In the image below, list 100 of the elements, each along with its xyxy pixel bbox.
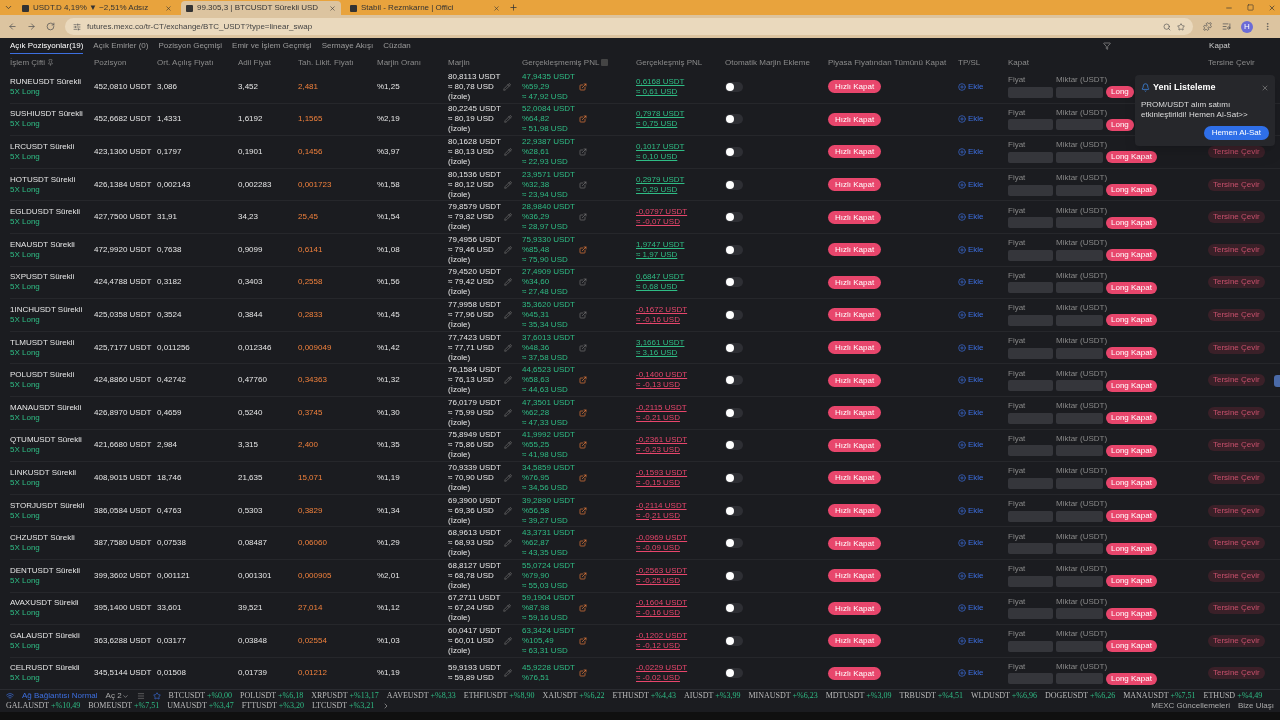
ticker-item[interactable]: XAIUSDT +%6,22 xyxy=(542,691,605,701)
tab[interactable]: Sermaye Akışı xyxy=(321,38,374,54)
quantity-field[interactable] xyxy=(1056,673,1103,685)
forward-icon[interactable] xyxy=(27,22,36,31)
add-icon[interactable] xyxy=(958,148,966,156)
close-long-button[interactable]: Long Kapat xyxy=(1106,575,1157,588)
close-long-button[interactable]: Long xyxy=(1106,118,1134,131)
updates-link[interactable]: MEXC Güncellemeleri xyxy=(1151,701,1230,711)
close-tab-icon[interactable] xyxy=(493,4,500,12)
add-icon[interactable] xyxy=(958,506,966,515)
bookmark-icon[interactable] xyxy=(1177,22,1185,31)
tpsl-add-button[interactable]: Ekle xyxy=(958,439,984,452)
auto-margin-toggle[interactable] xyxy=(725,342,743,353)
price-field[interactable] xyxy=(1008,510,1053,522)
add-icon[interactable] xyxy=(958,115,966,124)
close-long-button[interactable]: Long Kapat xyxy=(1106,673,1157,685)
reverse-button[interactable]: Tersine Çevir xyxy=(1208,537,1265,550)
close-long-button[interactable]: Long Kapat xyxy=(1106,216,1157,229)
quick-close-button[interactable]: Hızlı Kapat xyxy=(828,406,882,420)
auto-margin-toggle[interactable] xyxy=(725,212,743,223)
ticker-item[interactable]: DOGEUSDT +%6,26 xyxy=(1045,691,1116,701)
quick-close-button[interactable]: Hızlı Kapat xyxy=(828,80,882,94)
ticker-item[interactable]: MANAUSDT +%7,51 xyxy=(1123,691,1196,701)
ticker-item[interactable]: LTCUSDT +%3,21 xyxy=(311,701,375,711)
edit-icon[interactable] xyxy=(503,539,512,548)
close-long-button[interactable]: Long Kapat xyxy=(1106,184,1157,197)
share-icon[interactable] xyxy=(578,571,587,580)
auto-margin-toggle[interactable] xyxy=(725,538,743,549)
edit-icon[interactable] xyxy=(503,441,512,450)
edit-icon[interactable] xyxy=(503,148,512,156)
ticker-item[interactable]: FTTUSDT +%3,20 xyxy=(241,701,304,711)
auto-margin-toggle[interactable] xyxy=(725,505,743,516)
tpsl-add-button[interactable]: Ekle xyxy=(958,504,984,517)
ticker-item[interactable]: WLDUSDT +%6,96 xyxy=(970,691,1038,701)
quick-close-button[interactable]: Hızlı Kapat xyxy=(828,145,882,159)
quick-close-button[interactable]: Hızlı Kapat xyxy=(828,601,882,615)
price-field[interactable] xyxy=(1008,282,1053,294)
auto-margin-toggle[interactable] xyxy=(725,570,743,581)
add-icon[interactable] xyxy=(958,245,966,254)
auto-margin-toggle[interactable] xyxy=(725,244,743,255)
close-long-button[interactable]: Long Kapat xyxy=(1106,607,1157,620)
quantity-field[interactable] xyxy=(1056,249,1103,261)
quick-close-button[interactable]: Hızlı Kapat xyxy=(828,275,882,289)
edit-icon[interactable] xyxy=(503,278,512,287)
tab-list-icon[interactable] xyxy=(4,3,13,12)
edit-icon[interactable] xyxy=(503,636,512,645)
auto-margin-toggle[interactable] xyxy=(725,81,743,92)
price-field[interactable] xyxy=(1008,314,1053,326)
auto-margin-toggle[interactable] xyxy=(725,147,743,157)
share-icon[interactable] xyxy=(578,245,587,254)
ticker-item[interactable]: MDTUSDT +%3,09 xyxy=(825,691,892,701)
browser-tab[interactable]: 99.305,3 | BTCUSDT Sürekli USD xyxy=(181,1,341,15)
tpsl-add-button[interactable]: Ekle xyxy=(958,537,984,550)
close-long-button[interactable]: Long Kapat xyxy=(1106,640,1157,653)
edit-icon[interactable] xyxy=(503,115,512,124)
profile-avatar[interactable]: H xyxy=(1241,20,1253,33)
edit-icon[interactable] xyxy=(503,571,512,580)
pin-icon[interactable] xyxy=(47,59,55,66)
auto-margin-toggle[interactable] xyxy=(725,375,743,386)
quick-close-button[interactable]: Hızlı Kapat xyxy=(828,112,882,126)
new-tab-icon[interactable] xyxy=(509,3,518,12)
add-icon[interactable] xyxy=(958,180,966,189)
quantity-field[interactable] xyxy=(1056,445,1103,457)
tab[interactable]: Açık Pozisyonlar(19) xyxy=(10,38,84,54)
tpsl-add-button[interactable]: Ekle xyxy=(958,243,984,256)
auto-margin-toggle[interactable] xyxy=(725,635,743,646)
ticker-item[interactable]: ETHUSDT +%4,43 xyxy=(612,691,677,701)
add-icon[interactable] xyxy=(958,376,966,385)
quick-close-button[interactable]: Hızlı Kapat xyxy=(828,341,882,355)
media-icon[interactable] xyxy=(1222,22,1231,31)
share-icon[interactable] xyxy=(578,441,587,450)
tpsl-add-button[interactable]: Ekle xyxy=(958,602,984,615)
reverse-button[interactable]: Tersine Çevir xyxy=(1208,634,1265,647)
share-icon[interactable] xyxy=(578,604,587,613)
price-field[interactable] xyxy=(1008,380,1053,392)
tpsl-add-button[interactable]: Ekle xyxy=(958,308,984,321)
ticker-item[interactable]: AIUSDT +%3,99 xyxy=(684,691,741,701)
close-long-button[interactable]: Long xyxy=(1106,86,1134,99)
share-icon[interactable] xyxy=(578,669,587,678)
reverse-button[interactable]: Tersine Çevir xyxy=(1208,406,1265,419)
ticker-item[interactable]: BOMEUSDT +%7,51 xyxy=(88,701,160,711)
list-icon[interactable] xyxy=(136,692,145,700)
close-long-button[interactable]: Long Kapat xyxy=(1106,477,1157,490)
ticker-item[interactable]: POLUSDT +%6,18 xyxy=(240,691,304,701)
ticker-item[interactable]: UMAUSDT +%3,47 xyxy=(167,701,234,711)
quantity-field[interactable] xyxy=(1056,119,1103,131)
tpsl-add-button[interactable]: Ekle xyxy=(958,569,984,582)
menu-icon[interactable] xyxy=(1263,22,1272,31)
close-all-button[interactable]: Kapat xyxy=(1209,40,1230,52)
extensions-icon[interactable] xyxy=(1203,22,1212,31)
ticker-item[interactable]: MINAUSDT +%6,23 xyxy=(748,691,818,701)
auto-margin-toggle[interactable] xyxy=(725,440,743,451)
edit-icon[interactable] xyxy=(503,343,512,352)
edit-icon[interactable] xyxy=(503,82,512,91)
share-icon[interactable] xyxy=(578,376,587,385)
ticker-item[interactable]: AAVEUSDT +%8,33 xyxy=(386,691,456,701)
address-bar[interactable]: futures.mexc.co/tr-CT/exchange/BTC_USDT?type=linear_swap xyxy=(65,18,1193,35)
ticker-item[interactable]: GALAUSDT +%10,49 xyxy=(6,701,81,711)
add-icon[interactable] xyxy=(958,669,966,678)
share-icon[interactable] xyxy=(578,310,587,319)
